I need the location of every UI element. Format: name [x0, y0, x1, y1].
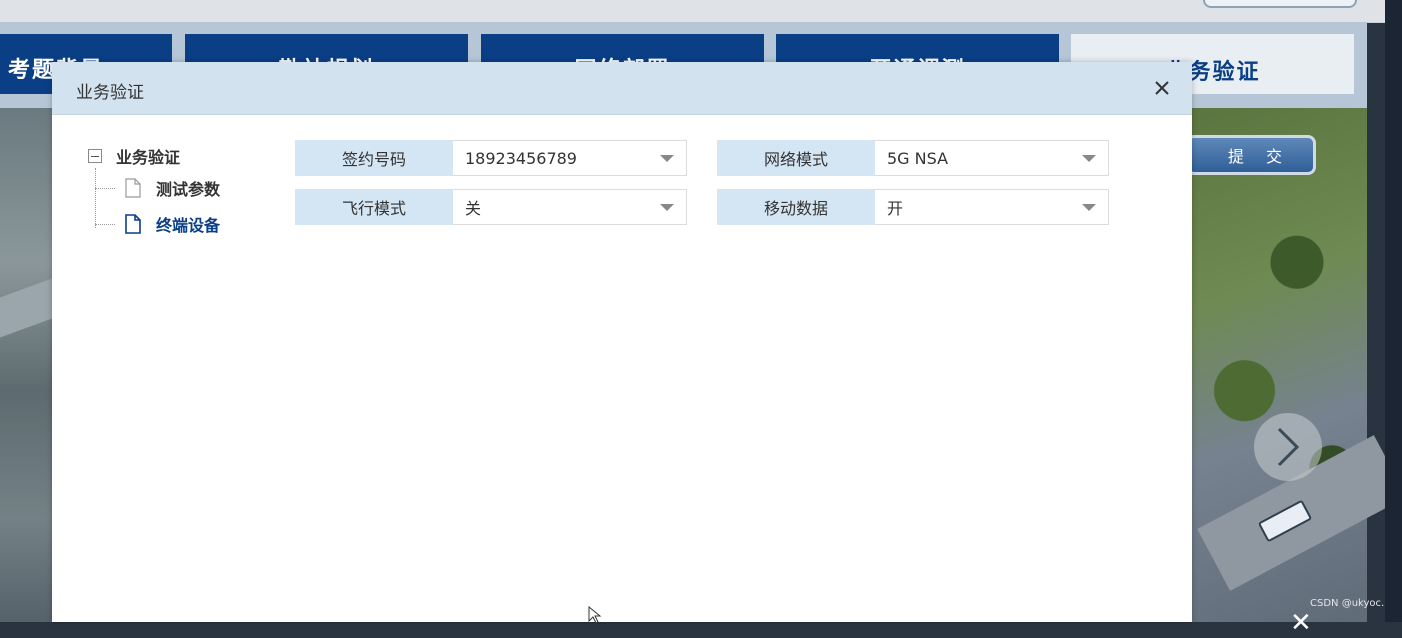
- form-row: 签约号码 18923456789 网络模式 5G NSA: [295, 140, 1139, 176]
- airplane-mode-select[interactable]: 关: [453, 189, 687, 225]
- select-value: 关: [465, 199, 482, 218]
- mouse-cursor-icon: [588, 606, 602, 624]
- params-form: 签约号码 18923456789 网络模式 5G NSA 飞行模式 关 移动数据…: [295, 140, 1139, 238]
- tree-item-terminal-device[interactable]: 终端设备: [95, 206, 221, 242]
- tree-connector: [95, 224, 115, 225]
- form-row: 飞行模式 关 移动数据 开: [295, 189, 1139, 225]
- field-label: 签约号码: [295, 140, 453, 176]
- caret-down-icon: [1082, 203, 1096, 211]
- network-mode-select[interactable]: 5G NSA: [875, 140, 1109, 176]
- field-mobile-data: 移动数据 开: [717, 189, 1109, 225]
- submit-button[interactable]: 提交: [1186, 135, 1316, 175]
- tree-item-test-params[interactable]: 测试参数: [95, 170, 221, 206]
- field-contract-number: 签约号码 18923456789: [295, 140, 687, 176]
- scene-image-right: [1192, 108, 1402, 622]
- tree-item-label: 测试参数: [156, 180, 221, 199]
- close-icon: [1155, 81, 1169, 95]
- field-label: 网络模式: [717, 140, 875, 176]
- caret-down-icon: [1082, 154, 1096, 162]
- submit-label: 提交: [1227, 147, 1304, 166]
- select-value: 18923456789: [465, 148, 577, 168]
- caret-down-icon: [660, 203, 674, 211]
- top-search-pill[interactable]: [1203, 0, 1357, 8]
- field-label: 移动数据: [717, 189, 875, 225]
- dialog-title: 业务验证: [76, 83, 144, 103]
- watermark: CSDN @ukyoc.: [1310, 598, 1385, 609]
- page-scrollbar[interactable]: [1385, 0, 1402, 622]
- chevron-right-icon: [1277, 427, 1300, 467]
- tree-connector: [95, 188, 115, 189]
- tree-root-node[interactable]: 业务验证: [88, 144, 220, 168]
- tree-nav: 业务验证 测试参数 终端设备: [88, 144, 220, 242]
- tree-root-label: 业务验证: [116, 148, 181, 167]
- document-icon: [125, 178, 141, 198]
- dialog-header: 业务验证: [52, 62, 1192, 115]
- service-verification-dialog: 业务验证 业务验证 测试参数 终端设备 签约号码 18923456789 网络模…: [52, 62, 1192, 622]
- scene-road: [0, 278, 52, 338]
- caret-down-icon: [660, 154, 674, 162]
- field-network-mode: 网络模式 5G NSA: [717, 140, 1109, 176]
- tree-connector: [95, 168, 97, 228]
- next-arrow-button[interactable]: [1254, 413, 1322, 481]
- mobile-data-select[interactable]: 开: [875, 189, 1109, 225]
- contract-number-select[interactable]: 18923456789: [453, 140, 687, 176]
- tree-item-label: 终端设备: [156, 216, 221, 235]
- select-value: 5G NSA: [887, 148, 949, 168]
- select-value: 开: [887, 199, 904, 218]
- document-icon: [125, 214, 141, 234]
- field-airplane-mode: 飞行模式 关: [295, 189, 687, 225]
- scene-image-left: [0, 108, 52, 622]
- corner-close-icon[interactable]: ✕: [1290, 608, 1312, 638]
- field-label: 飞行模式: [295, 189, 453, 225]
- top-strip: [0, 0, 1385, 23]
- close-button[interactable]: [1150, 76, 1174, 100]
- collapse-icon[interactable]: [88, 149, 102, 163]
